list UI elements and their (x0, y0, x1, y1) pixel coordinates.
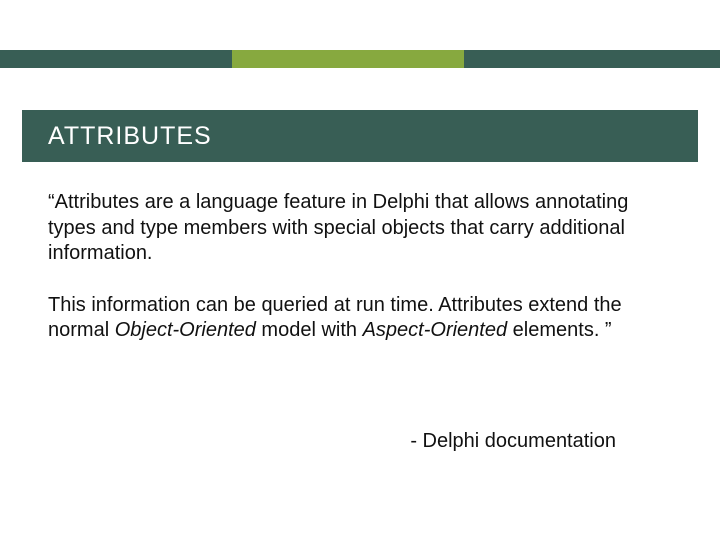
accent-seg-3 (464, 50, 720, 68)
body-text: “Attributes are a language feature in De… (48, 190, 648, 370)
accent-bar (0, 50, 720, 68)
p2-mid: model with (256, 319, 363, 341)
p2-italic-1: Object-Oriented (115, 319, 256, 341)
p2-italic-2: Aspect-Oriented (363, 319, 508, 341)
title-band: ATTRIBUTES (22, 110, 698, 162)
paragraph-1: “Attributes are a language feature in De… (48, 190, 648, 267)
accent-seg-2 (232, 50, 464, 68)
paragraph-2: This information can be queried at run t… (48, 293, 648, 344)
p2-post: elements. ” (507, 319, 611, 341)
accent-seg-1 (0, 50, 232, 68)
attribution: - Delphi documentation (0, 430, 676, 453)
page-title: ATTRIBUTES (48, 122, 212, 151)
